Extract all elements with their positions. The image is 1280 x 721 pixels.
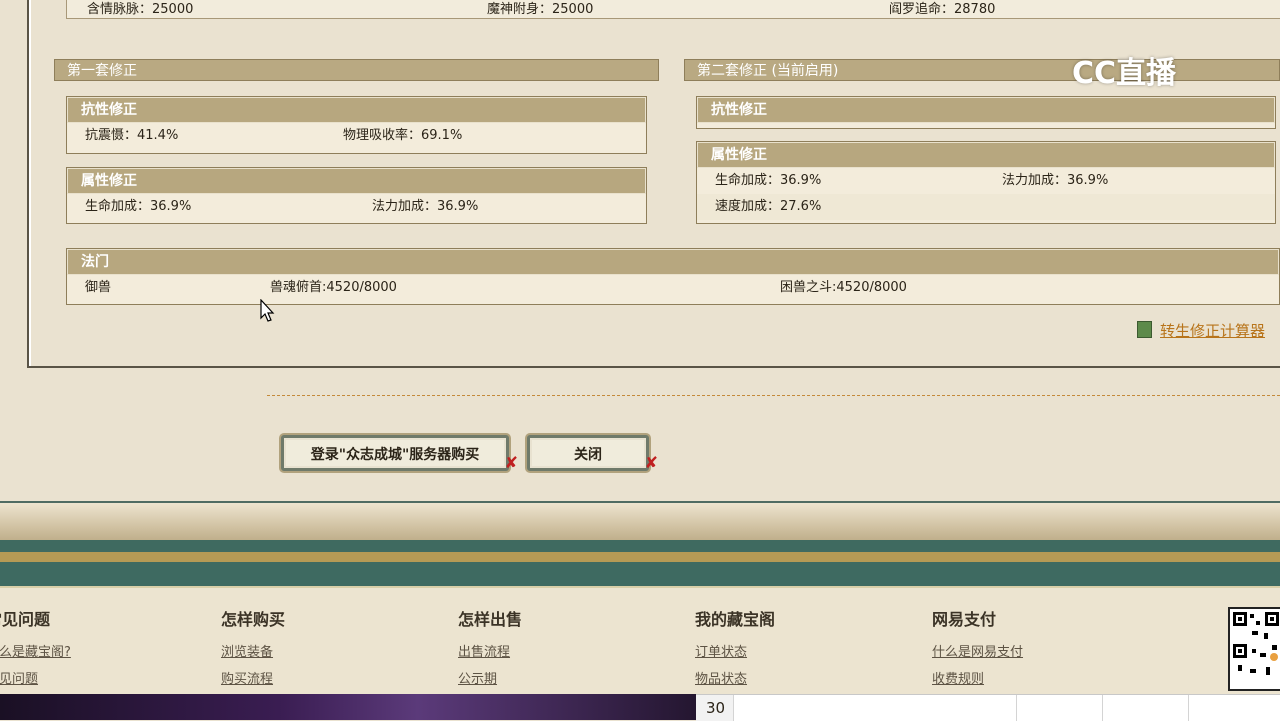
footer-title: 我的藏宝阁 bbox=[695, 610, 776, 629]
footer-link[interactable]: 常见问题 bbox=[0, 668, 38, 687]
calculator-link-label: 转生修正计算器 bbox=[1160, 322, 1266, 340]
footer-link[interactable]: 订单状态 bbox=[695, 641, 747, 660]
mouse-cursor-icon bbox=[260, 299, 275, 322]
footer-title: 常见问题 bbox=[0, 610, 51, 629]
set2-attr-title: 属性修正 bbox=[697, 142, 1275, 168]
footer-link[interactable]: 物品状态 bbox=[695, 668, 747, 687]
set2-attr-box: 属性修正 生命加成：36.9% 法力加成：36.9% 速度加成：27.6% bbox=[696, 141, 1276, 224]
calculator-link[interactable]: 转生修正计算器 bbox=[1137, 320, 1280, 340]
footer-link[interactable]: 收费规则 bbox=[932, 668, 984, 687]
skill-2: 魔神附身：25000 bbox=[487, 2, 594, 17]
attr2-hp: 生命加成：36.9% bbox=[715, 173, 822, 188]
set1-attr-row: 生命加成：36.9% 法力加成：36.9% bbox=[67, 194, 646, 220]
set2-resist-title: 抗性修正 bbox=[697, 97, 1275, 123]
skill-3: 阎罗追命：28780 bbox=[889, 2, 996, 17]
attr-mp: 法力加成：36.9% bbox=[372, 199, 479, 214]
watermark-text: CC直播 bbox=[1072, 56, 1177, 91]
attr2-mp: 法力加成：36.9% bbox=[1002, 173, 1109, 188]
decorative-band-teal-2 bbox=[0, 562, 1280, 588]
famen-name: 御兽 bbox=[85, 280, 112, 295]
footer-title: 怎样购买 bbox=[221, 610, 286, 629]
footer-link[interactable]: 出售流程 bbox=[458, 641, 510, 660]
close-mark-icon: ✘ bbox=[504, 453, 518, 472]
footer-link[interactable]: 公示期 bbox=[458, 668, 497, 687]
set2-attr-row-2: 速度加成：27.6% bbox=[697, 194, 1275, 220]
spreadsheet-strip: 30 bbox=[696, 694, 1280, 721]
famen-skill-2: 困兽之斗:4520/8000 bbox=[780, 280, 907, 295]
sheet-cell[interactable] bbox=[1102, 695, 1189, 721]
set1-resist-box: 抗性修正 抗震慑：41.4% 物理吸收率：69.1% bbox=[66, 96, 647, 154]
qr-code-icon bbox=[1228, 607, 1280, 691]
footer-title: 怎样出售 bbox=[458, 610, 523, 629]
famen-title: 法门 bbox=[67, 249, 1279, 275]
sheet-cell[interactable] bbox=[1188, 695, 1280, 721]
famen-skill-1: 兽魂俯首:4520/8000 bbox=[270, 280, 397, 295]
footer-title: 网易支付 bbox=[932, 610, 997, 629]
close-mark-icon-2: ✘ bbox=[644, 453, 658, 472]
famen-row: 御兽 兽魂俯首:4520/8000 困兽之斗:4520/8000 bbox=[67, 275, 1279, 301]
footer-link[interactable]: 浏览装备 bbox=[221, 641, 273, 660]
attr2-speed: 速度加成：27.6% bbox=[715, 199, 822, 214]
decorative-band-teal bbox=[0, 540, 1280, 552]
attr-hp: 生命加成：36.9% bbox=[85, 199, 192, 214]
decorative-band-gold bbox=[0, 552, 1280, 562]
background-image-strip bbox=[0, 694, 696, 720]
sheet-cell[interactable] bbox=[1016, 695, 1103, 721]
watermark-logo: CC直播 bbox=[1072, 48, 1242, 92]
login-buy-button[interactable]: 登录"众志成城"服务器购买 ✘ bbox=[281, 435, 518, 472]
famen-box: 法门 御兽 兽魂俯首:4520/8000 困兽之斗:4520/8000 bbox=[66, 248, 1280, 305]
set2-attr-row-1: 生命加成：36.9% 法力加成：36.9% bbox=[697, 168, 1275, 194]
sheet-cell[interactable] bbox=[734, 695, 1017, 721]
skills-row: 含情脉脉：25000 魔神附身：25000 阎罗追命：28780 bbox=[66, 0, 1280, 19]
decorative-band bbox=[0, 503, 1280, 545]
login-buy-label: 登录"众志成城"服务器购买 bbox=[310, 447, 480, 463]
calculator-icon bbox=[1137, 321, 1152, 338]
set2-resist-box: 抗性修正 bbox=[696, 96, 1276, 129]
footer-link[interactable]: 购买流程 bbox=[221, 668, 273, 687]
row-number: 30 bbox=[696, 695, 734, 721]
skill-1: 含情脉脉：25000 bbox=[87, 2, 194, 17]
set1-attr-box: 属性修正 生命加成：36.9% 法力加成：36.9% bbox=[66, 167, 647, 224]
close-button[interactable]: 关闭 ✘ bbox=[527, 435, 658, 472]
set1-resist-title: 抗性修正 bbox=[67, 97, 646, 123]
footer-link[interactable]: 什么是网易支付 bbox=[932, 641, 1023, 660]
resist-shock: 抗震慑：41.4% bbox=[85, 128, 179, 143]
resist-physical: 物理吸收率：69.1% bbox=[343, 128, 463, 143]
dashed-divider bbox=[267, 395, 1280, 396]
set1-header: 第一套修正 bbox=[54, 59, 659, 81]
set1-resist-row: 抗震慑：41.4% 物理吸收率：69.1% bbox=[67, 123, 646, 149]
set1-attr-title: 属性修正 bbox=[67, 168, 646, 194]
site-footer: 常见问题 什么是藏宝阁? 常见问题 怎样购买 浏览装备 购买流程 怎样出售 出售… bbox=[0, 588, 1280, 698]
close-label: 关闭 bbox=[574, 447, 602, 463]
footer-link[interactable]: 什么是藏宝阁? bbox=[0, 641, 71, 660]
